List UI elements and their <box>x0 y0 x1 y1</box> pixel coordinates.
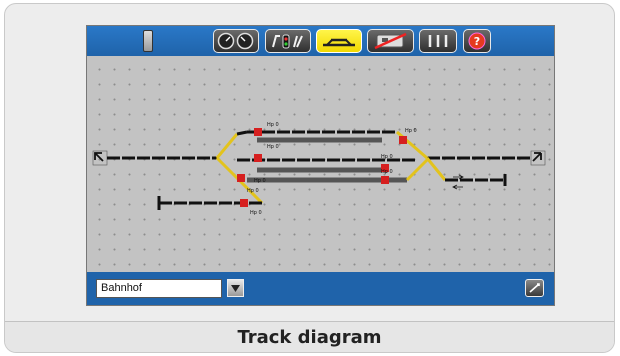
help-button[interactable]: ? <box>463 29 491 53</box>
signal-icon[interactable] <box>237 174 245 182</box>
turnout[interactable] <box>396 130 428 160</box>
direction-arrow-icon <box>453 174 464 180</box>
turnout[interactable] <box>215 133 239 159</box>
station-select-field[interactable]: Bahnhof <box>96 279 222 298</box>
figure-frame: ? Hp 0 Hp 0 Hp 0 Hp 0 Hp 0 Hp 0 Hp 0 Hp … <box>4 3 615 353</box>
signal-icon[interactable] <box>399 136 407 144</box>
tracks-menu-button[interactable] <box>419 29 457 53</box>
signal-label: Hp 0 <box>267 144 279 150</box>
keyboard-signal-button[interactable] <box>265 29 311 53</box>
left-entry-arrow-icon[interactable] <box>92 150 108 166</box>
direction-arrow-icon <box>452 184 463 190</box>
toolbar: ? <box>87 26 554 56</box>
device-icon[interactable] <box>143 30 153 52</box>
dropdown-button[interactable] <box>227 279 244 297</box>
signal-icon[interactable] <box>381 176 389 184</box>
figure-caption: Track diagram <box>237 327 382 348</box>
signal-label: Hp 0 <box>381 154 393 160</box>
locomotive-list-button[interactable] <box>367 29 414 53</box>
track-layout-svg: Hp 0 Hp 0 Hp 0 Hp 0 Hp 0 Hp 0 Hp 0 Hp 0 <box>92 122 546 216</box>
control-screen: ? Hp 0 Hp 0 Hp 0 Hp 0 Hp 0 Hp 0 Hp 0 Hp … <box>86 25 555 306</box>
turnout[interactable] <box>405 158 429 182</box>
speedometer-button[interactable] <box>213 29 259 53</box>
caption-bar: Track diagram <box>5 321 614 352</box>
turnout[interactable] <box>425 157 447 181</box>
track-diagram-button[interactable] <box>316 29 362 53</box>
right-exit-arrow-icon[interactable] <box>530 150 546 166</box>
signal-label: Hp 0 <box>254 178 266 184</box>
signal-icon[interactable] <box>254 128 267 136</box>
svg-text:?: ? <box>474 35 480 48</box>
signal-icon[interactable] <box>254 154 262 162</box>
bottom-bar: Bahnhof <box>87 272 554 305</box>
signal-label: Hp 0 <box>381 169 393 175</box>
track-grid[interactable]: Hp 0 Hp 0 Hp 0 Hp 0 Hp 0 Hp 0 Hp 0 Hp 0 <box>87 56 554 272</box>
signal-label: Hp 0 <box>250 210 262 216</box>
turnout[interactable] <box>215 156 239 180</box>
signal-label: Hp 0 <box>405 128 417 134</box>
edit-tool-button[interactable] <box>525 279 544 297</box>
signal-label: Hp 0 <box>267 122 279 128</box>
signal-label: Hp 0 <box>247 188 259 194</box>
signal-icon[interactable] <box>240 199 248 207</box>
